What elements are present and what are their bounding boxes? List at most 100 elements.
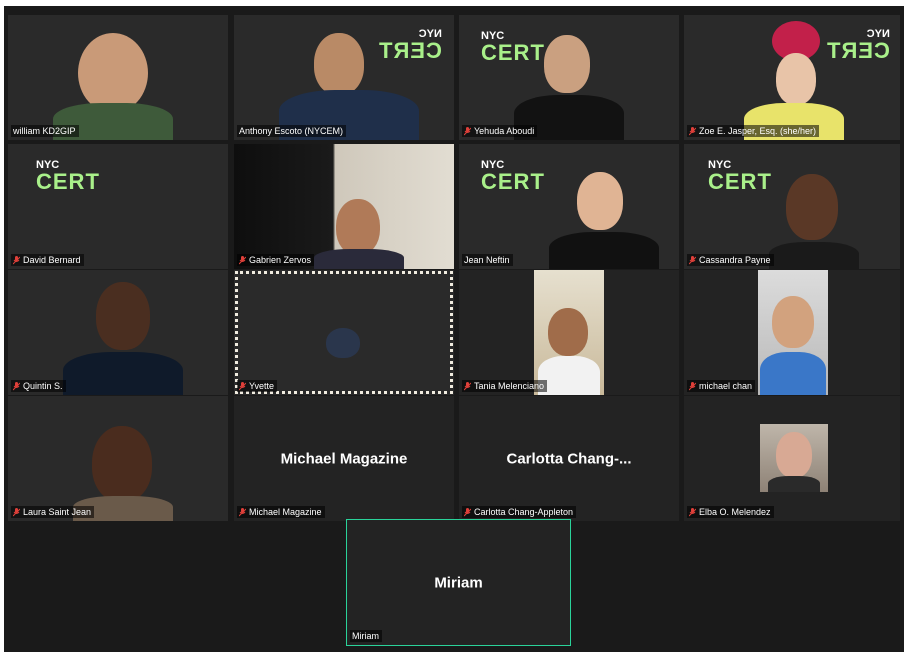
participant-tile[interactable]: Laura Saint Jean	[8, 396, 228, 521]
mic-muted-icon	[689, 381, 696, 391]
participant-name-tag: David Bernard	[11, 254, 84, 266]
participant-tile[interactable]: NYC CERT Yehuda Aboudi	[459, 15, 679, 140]
mic-muted-icon	[464, 507, 471, 517]
participant-video-body	[63, 352, 183, 395]
participant-name-tag: Gabrien Zervos	[237, 254, 315, 266]
participant-name-tag: Yehuda Aboudi	[462, 125, 538, 137]
participant-name: Jean Neftin	[464, 255, 510, 265]
participant-tile[interactable]: Carlotta Chang-... Carlotta Chang-Applet…	[459, 396, 679, 521]
cert-logo: NYC CERT	[481, 160, 545, 193]
participant-name: Gabrien Zervos	[249, 255, 312, 265]
participant-name: Yehuda Aboudi	[474, 126, 535, 136]
participant-tile[interactable]: Yvette	[234, 270, 454, 395]
participant-video-body	[538, 356, 600, 395]
participant-name: Zoe E. Jasper, Esq. (she/her)	[699, 126, 817, 136]
participant-tile[interactable]: michael chan	[684, 270, 900, 395]
participant-tile[interactable]: william KD2GIP	[8, 15, 228, 140]
participant-name: Tania Melenciano	[474, 381, 545, 391]
mic-muted-icon	[239, 507, 246, 517]
participant-tile[interactable]: NYC CERT Zoe E. Jasper, Esq. (she/her)	[684, 15, 900, 140]
participant-tile[interactable]: NYC CERT David Bernard	[8, 144, 228, 269]
participant-video	[544, 35, 590, 93]
participant-tile[interactable]: NYC CERT Jean Neftin	[459, 144, 679, 269]
participant-video-body	[314, 249, 404, 269]
participant-name-tag: Anthony Escoto (NYCEM)	[237, 125, 347, 137]
participant-video	[577, 172, 623, 230]
mic-muted-icon	[689, 507, 696, 517]
participant-video	[786, 174, 838, 240]
cert-logo: NYC CERT	[826, 28, 890, 63]
participant-tile[interactable]: NYC CERT Cassandra Payne	[684, 144, 900, 269]
participant-video	[326, 328, 360, 358]
participant-name-tag: Miriam	[350, 630, 382, 642]
participant-name: Carlotta Chang-Appleton	[474, 507, 574, 517]
cert-logo-text: CERT	[708, 169, 772, 194]
participant-video	[336, 199, 380, 255]
cert-logo: NYC CERT	[36, 160, 100, 193]
participant-tile[interactable]: Michael Magazine Michael Magazine	[234, 396, 454, 521]
mic-muted-icon	[13, 381, 20, 391]
participant-tile[interactable]: NYC CERT Anthony Escoto (NYCEM)	[234, 15, 454, 140]
participant-profile-picture	[760, 424, 828, 492]
cert-logo: NYC CERT	[708, 160, 772, 193]
participant-tile[interactable]: Elba O. Melendez	[684, 396, 900, 521]
participant-name: Cassandra Payne	[699, 255, 771, 265]
participant-name-tag: Cassandra Payne	[687, 254, 774, 266]
participant-name: Anthony Escoto (NYCEM)	[239, 126, 344, 136]
participant-name-tag: Tania Melenciano	[462, 380, 548, 392]
participant-name-tag: Zoe E. Jasper, Esq. (she/her)	[687, 125, 820, 137]
participant-name-tag: Elba O. Melendez	[687, 506, 774, 518]
mic-muted-icon	[13, 255, 20, 265]
cert-logo-text: CERT	[826, 38, 890, 63]
cert-logo-text: CERT	[481, 40, 545, 65]
participant-name: Yvette	[249, 381, 275, 391]
participant-video-body	[769, 242, 859, 269]
participant-name-tag: Jean Neftin	[462, 254, 513, 266]
participant-name-tag: Quintin S.	[11, 380, 66, 392]
mic-muted-icon	[464, 381, 471, 391]
participant-name: michael chan	[699, 381, 753, 391]
participant-name: Michael Magazine	[249, 507, 322, 517]
participant-video-body	[760, 352, 826, 395]
participant-name-tag: Michael Magazine	[237, 506, 325, 518]
participant-tile[interactable]: Gabrien Zervos	[234, 144, 454, 269]
mic-muted-icon	[689, 255, 696, 265]
mic-muted-icon	[13, 507, 20, 517]
mic-muted-icon	[239, 381, 246, 391]
participant-name: David Bernard	[23, 255, 81, 265]
participant-name: Elba O. Melendez	[699, 507, 771, 517]
participant-name: Laura Saint Jean	[23, 507, 92, 517]
participant-tile[interactable]: Quintin S.	[8, 270, 228, 395]
participant-name-tag: Yvette	[237, 380, 278, 392]
participant-display-name: Carlotta Chang-...	[506, 450, 632, 467]
participant-display-name: Miriam	[434, 574, 483, 591]
participant-video-face	[548, 308, 588, 356]
participant-video-face	[776, 53, 816, 105]
cert-logo-text: CERT	[378, 38, 442, 63]
participant-video	[92, 426, 152, 502]
mic-muted-icon	[464, 126, 471, 136]
cert-logo: NYC CERT	[378, 28, 442, 63]
mic-muted-icon	[239, 255, 246, 265]
participant-video-body	[768, 476, 820, 492]
participant-name: Miriam	[352, 631, 379, 641]
video-gallery: william KD2GIP NYC CERT Anthony Escoto (…	[4, 6, 904, 652]
participant-tile[interactable]: Tania Melenciano	[459, 270, 679, 395]
participant-video	[96, 282, 150, 350]
participant-video	[758, 270, 828, 395]
cert-logo-text: CERT	[481, 169, 545, 194]
participant-name-tag: Carlotta Chang-Appleton	[462, 506, 577, 518]
participant-name-tag: michael chan	[687, 380, 756, 392]
participant-video-face	[772, 296, 814, 348]
participant-tile-active-speaker[interactable]: Miriam Miriam	[346, 519, 571, 646]
cert-logo: NYC CERT	[481, 31, 545, 64]
participant-video-body	[549, 232, 659, 269]
participant-video	[534, 270, 604, 395]
participant-video	[314, 33, 364, 95]
participant-video-face	[776, 432, 812, 478]
participant-video	[78, 33, 148, 113]
cert-logo-text: CERT	[36, 169, 100, 194]
participant-name-tag: william KD2GIP	[11, 125, 79, 137]
participant-name: Quintin S.	[23, 381, 63, 391]
participant-name: william KD2GIP	[13, 126, 76, 136]
